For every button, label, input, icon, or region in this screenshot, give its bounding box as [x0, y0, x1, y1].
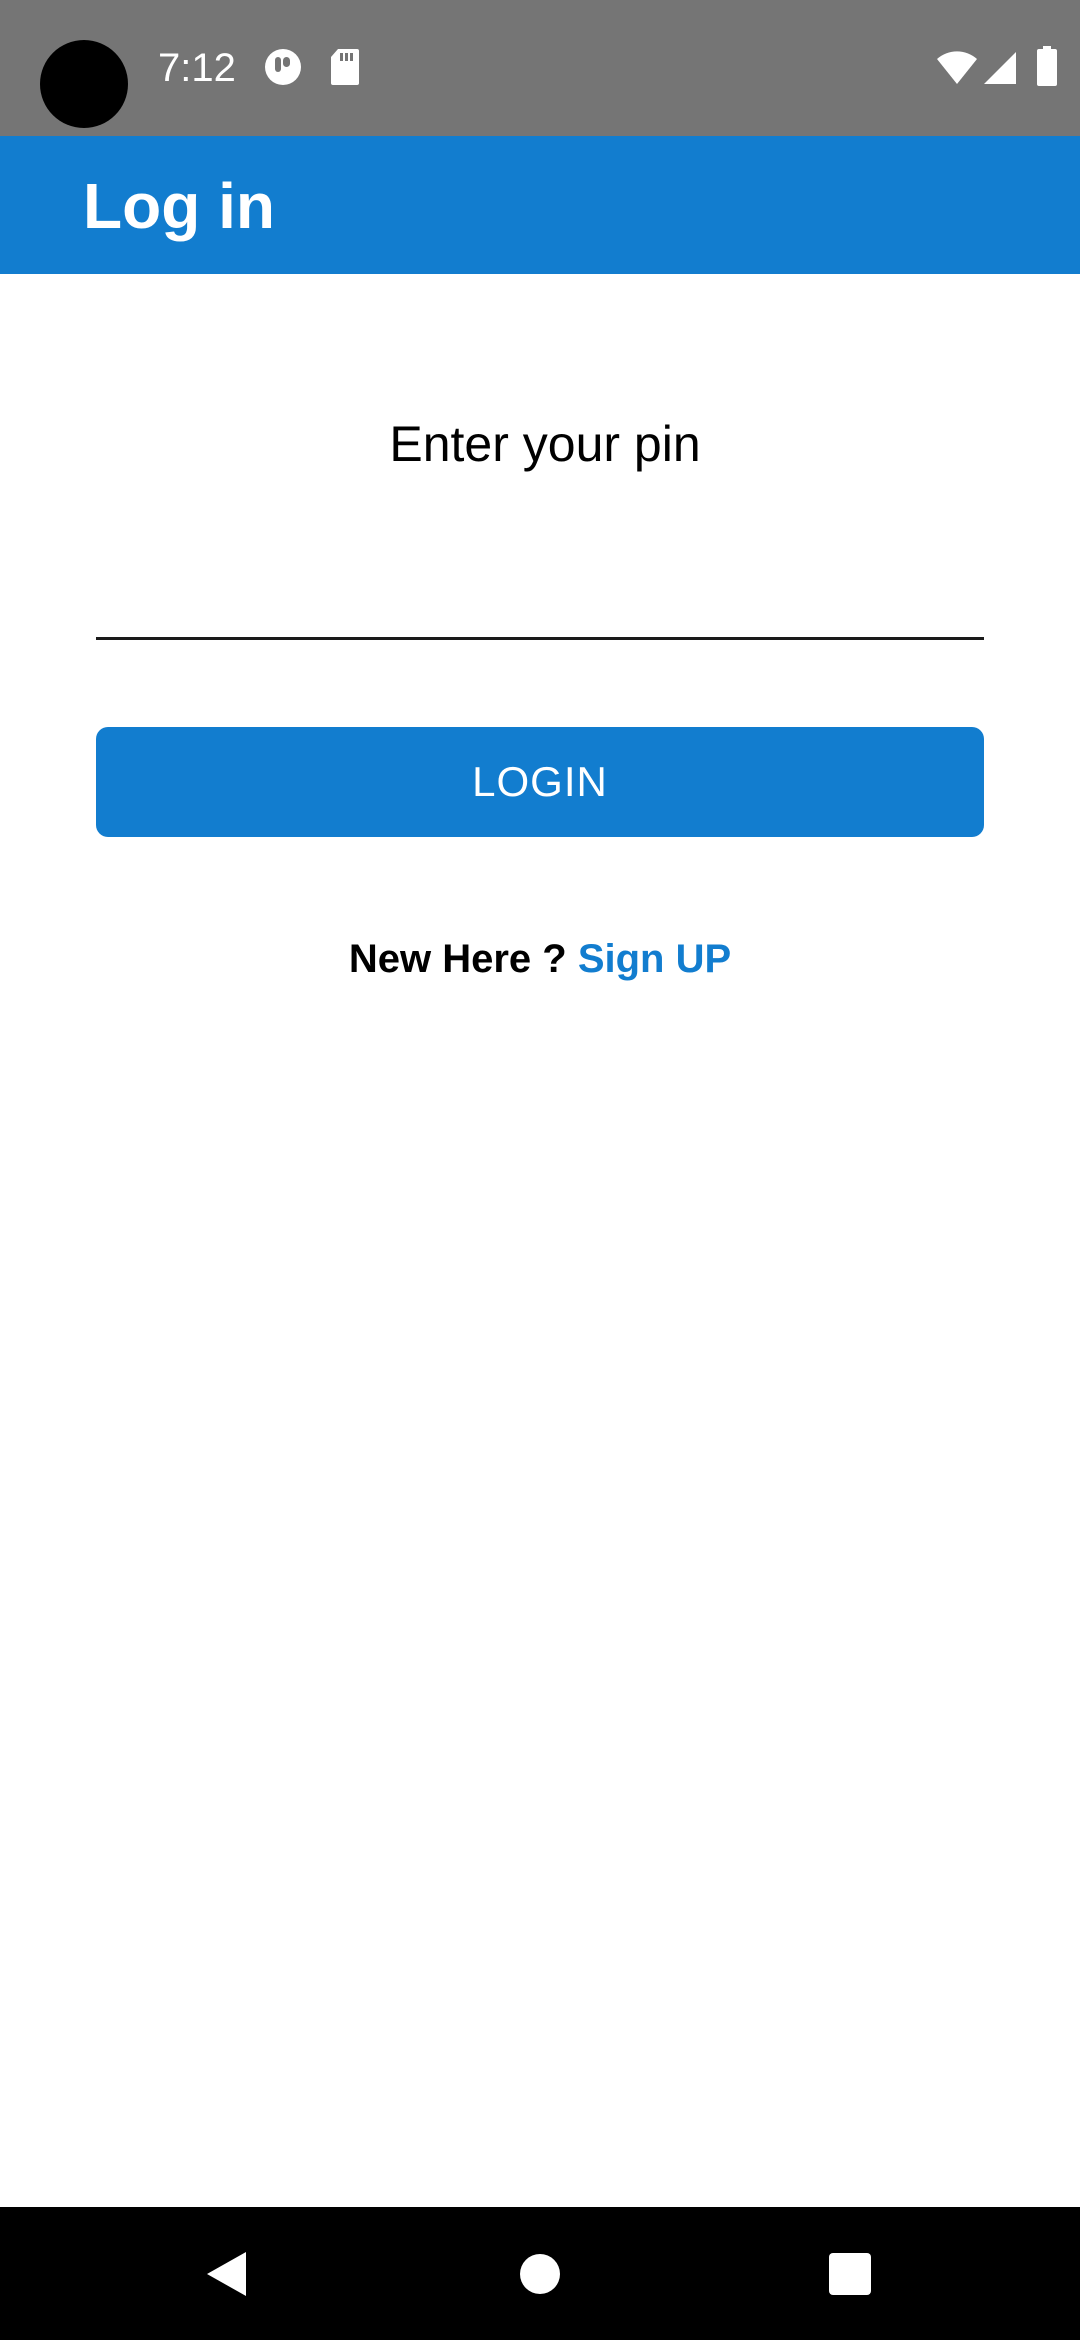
sd-card-icon	[331, 49, 359, 85]
login-button[interactable]: LOGIN	[96, 727, 984, 837]
navigation-bar	[0, 2207, 1080, 2340]
recents-icon	[829, 2252, 871, 2295]
wifi-icon	[937, 51, 977, 84]
back-button[interactable]	[166, 2207, 286, 2340]
home-icon	[520, 2253, 560, 2294]
pin-input[interactable]	[96, 560, 984, 640]
login-screen: 7:12 Log in Enter your pin LOGIN New Her…	[0, 0, 1080, 2340]
recents-button[interactable]	[790, 2207, 910, 2340]
app-bar: Log in	[0, 136, 1080, 274]
signal-icon	[984, 52, 1016, 84]
signup-row: New Here ? Sign UP	[0, 934, 1080, 984]
signup-prompt: New Here ?	[348, 937, 567, 981]
login-button-label: LOGIN	[472, 758, 608, 805]
home-button[interactable]	[480, 2207, 600, 2340]
app-notification-icon	[265, 49, 301, 85]
page-title: Log in	[83, 170, 275, 242]
pin-label: Enter your pin	[389, 416, 701, 472]
back-icon	[207, 2251, 246, 2296]
status-bar: 7:12	[0, 0, 1080, 136]
battery-icon	[1037, 46, 1057, 86]
cutout-icon	[40, 40, 128, 128]
status-time: 7:12	[158, 46, 236, 90]
sign-up-link[interactable]: Sign UP	[578, 937, 731, 981]
